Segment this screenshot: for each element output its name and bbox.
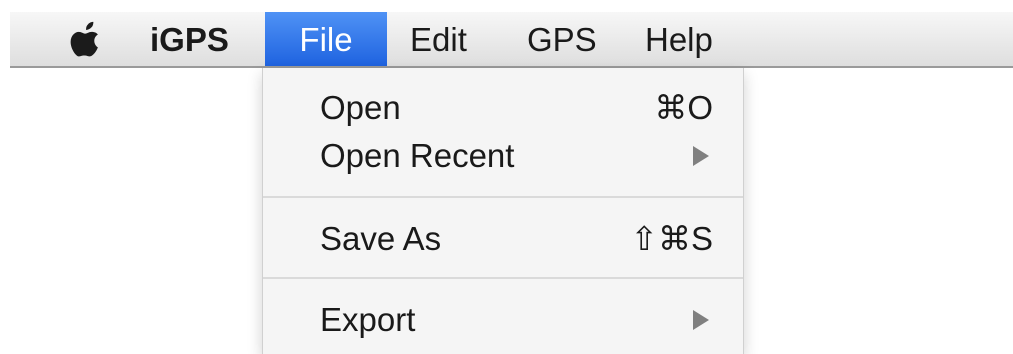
menu-item-save-as[interactable]: Save As ⇧⌘S bbox=[263, 216, 743, 262]
menu-separator bbox=[263, 277, 743, 279]
menu-item-open[interactable]: Open ⌘O bbox=[263, 85, 743, 131]
file-dropdown-menu: Open ⌘O Open Recent Save As ⇧⌘S Export bbox=[262, 68, 744, 354]
menu-item-label: Export bbox=[320, 301, 416, 338]
shortcut-label: ⇧⌘S bbox=[630, 220, 713, 257]
chevron-right-icon bbox=[693, 310, 709, 330]
menu-help[interactable]: Help bbox=[645, 12, 713, 66]
menu-item-label: Save As bbox=[320, 220, 442, 257]
menu-item-open-recent[interactable]: Open Recent bbox=[263, 133, 743, 179]
menu-gps[interactable]: GPS bbox=[527, 12, 597, 66]
app-menu-igps[interactable]: iGPS bbox=[150, 12, 229, 66]
menu-item-label: Open Recent bbox=[320, 137, 515, 174]
menu-bar: iGPS File Edit GPS Help bbox=[10, 12, 1013, 68]
menu-edit[interactable]: Edit bbox=[410, 12, 467, 66]
menu-item-export[interactable]: Export bbox=[263, 297, 743, 343]
shortcut-label: ⌘O bbox=[654, 89, 713, 126]
apple-icon[interactable] bbox=[65, 20, 109, 60]
menu-separator bbox=[263, 196, 743, 198]
menu-file[interactable]: File bbox=[265, 12, 387, 66]
chevron-right-icon bbox=[693, 146, 709, 166]
menu-item-label: Open bbox=[320, 89, 401, 126]
